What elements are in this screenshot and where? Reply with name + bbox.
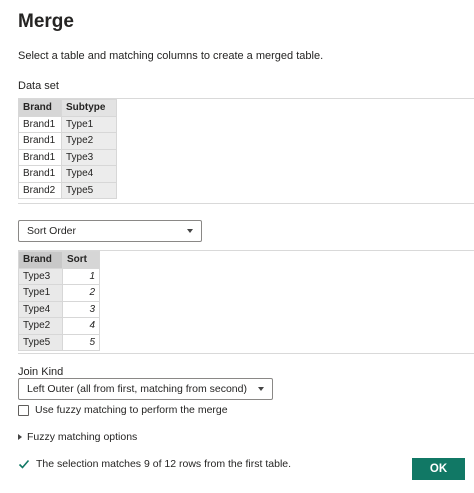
column-header-sort[interactable]: Sort	[62, 251, 100, 269]
table-row: Type3 1	[18, 267, 100, 285]
second-table: Brand Sort Type3 1 Type1 2 Type4 3 Type2…	[18, 251, 100, 351]
fuzzy-matching-checkbox-label: Use fuzzy matching to perform the merge	[35, 404, 228, 416]
dataset-preview: Brand Subtype Brand1 Type1 Brand1 Type2 …	[18, 98, 474, 204]
dialog-title: Merge	[18, 11, 74, 32]
table-cell: Type4	[61, 165, 117, 183]
match-status-text: The selection matches 9 of 12 rows from …	[36, 458, 292, 470]
column-header-subtype[interactable]: Subtype	[61, 99, 117, 117]
table-cell: Type5	[18, 333, 63, 351]
table-row: Brand1 Type4	[18, 165, 117, 183]
checkmark-icon	[18, 459, 30, 469]
table-header-row: Brand Sort	[18, 251, 100, 269]
table-cell: 3	[62, 300, 100, 318]
fuzzy-matching-checkbox[interactable]	[18, 404, 29, 416]
second-table-preview: Brand Sort Type3 1 Type1 2 Type4 3 Type2…	[18, 250, 474, 354]
dialog-subtitle: Select a table and matching columns to c…	[18, 50, 324, 62]
table-cell: Brand1	[18, 148, 62, 166]
column-header-brand[interactable]: Brand	[18, 251, 63, 269]
table-row: Type2 4	[18, 317, 100, 335]
join-kind-selected: Left Outer (all from first, matching fro…	[27, 383, 247, 395]
table-cell: Type2	[18, 317, 63, 335]
table-row: Brand1 Type2	[18, 132, 117, 150]
table-cell: Type1	[18, 284, 63, 302]
fuzzy-matching-checkbox-row[interactable]: Use fuzzy matching to perform the merge	[18, 404, 228, 416]
ok-button[interactable]: OK	[412, 458, 465, 480]
table-cell: Type5	[61, 181, 117, 199]
table-cell: 1	[62, 267, 100, 285]
second-table-selected: Sort Order	[27, 225, 77, 237]
table-row: Brand2 Type5	[18, 181, 117, 199]
table-row: Type5 5	[18, 333, 100, 351]
table-cell: 2	[62, 284, 100, 302]
table-cell: 4	[62, 317, 100, 335]
chevron-right-icon	[18, 434, 22, 440]
dataset-label: Data set	[18, 80, 59, 92]
table-cell: Type2	[61, 132, 117, 150]
table-header-row: Brand Subtype	[18, 99, 117, 117]
fuzzy-matching-options-toggle[interactable]: Fuzzy matching options	[18, 431, 137, 443]
table-cell: Type4	[18, 300, 63, 318]
table-cell: Brand1	[18, 165, 62, 183]
table-row: Brand1 Type1	[18, 115, 117, 133]
table-row: Type4 3	[18, 300, 100, 318]
table-row: Brand1 Type3	[18, 148, 117, 166]
second-table-dropdown[interactable]: Sort Order	[18, 220, 202, 242]
join-kind-label: Join Kind	[18, 366, 64, 378]
table-cell: Type3	[61, 148, 117, 166]
table-cell: Type1	[61, 115, 117, 133]
table-cell: Brand1	[18, 132, 62, 150]
join-kind-dropdown[interactable]: Left Outer (all from first, matching fro…	[18, 378, 273, 400]
chevron-down-icon	[258, 387, 264, 391]
fuzzy-matching-options-label: Fuzzy matching options	[27, 431, 138, 443]
dataset-table: Brand Subtype Brand1 Type1 Brand1 Type2 …	[18, 99, 117, 199]
table-cell: 5	[62, 333, 100, 351]
column-header-brand[interactable]: Brand	[18, 99, 62, 117]
chevron-down-icon	[187, 229, 193, 233]
table-row: Type1 2	[18, 284, 100, 302]
table-cell: Brand2	[18, 181, 62, 199]
table-cell: Type3	[18, 267, 63, 285]
table-cell: Brand1	[18, 115, 62, 133]
match-status: The selection matches 9 of 12 rows from …	[18, 458, 291, 470]
